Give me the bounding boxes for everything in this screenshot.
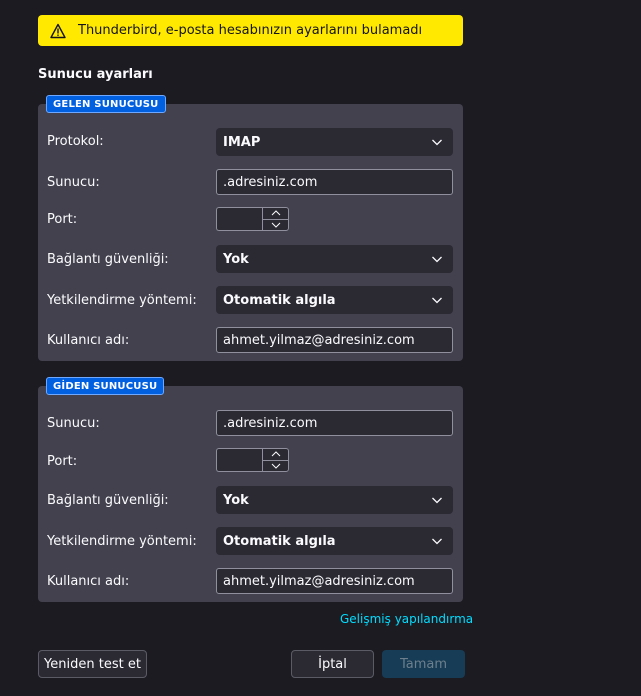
incoming-auth-select[interactable]: Otomatik algıla [216,286,453,314]
incoming-port-stepper[interactable] [216,207,289,231]
chevron-down-icon [271,463,280,469]
port-increment-button[interactable] [263,449,288,461]
account-setup-page: Thunderbird, e-posta hesabınızın ayarlar… [0,0,641,696]
incoming-port-spinner [262,207,289,231]
cancel-button[interactable]: İptal [291,650,374,678]
incoming-server-input[interactable]: .adresiniz.com [216,169,453,195]
incoming-security-label: Bağlantı güvenliği: [47,252,169,267]
incoming-protocol-select[interactable]: IMAP [216,128,453,156]
incoming-auth-value: Otomatik algıla [223,292,336,308]
incoming-protocol-label: Protokol: [47,134,104,149]
outgoing-security-value: Yok [223,492,249,508]
chevron-down-icon [432,256,442,263]
outgoing-port-label: Port: [47,454,78,469]
chevron-up-icon [271,210,280,216]
retest-button[interactable]: Yeniden test et [38,650,147,678]
outgoing-server-input[interactable]: .adresiniz.com [216,410,453,436]
outgoing-username-label: Kullanıcı adı: [47,574,130,589]
outgoing-auth-label: Yetkilendirme yöntemi: [47,534,197,549]
outgoing-port-stepper[interactable] [216,448,289,472]
incoming-username-value: ahmet.yilmaz@adresiniz.com [223,332,415,348]
incoming-protocol-value: IMAP [223,134,261,150]
outgoing-auth-select[interactable]: Otomatik algıla [216,527,453,555]
chevron-down-icon [432,497,442,504]
incoming-port-label: Port: [47,212,78,227]
outgoing-username-value: ahmet.yilmaz@adresiniz.com [223,573,415,589]
outgoing-server-value: .adresiniz.com [223,415,318,431]
warning-banner: Thunderbird, e-posta hesabınızın ayarlar… [38,15,463,46]
incoming-auth-label: Yetkilendirme yöntemi: [47,293,197,308]
chevron-down-icon [432,139,442,146]
advanced-config-link[interactable]: Gelişmiş yapılandırma [340,612,473,626]
warning-icon [50,23,66,38]
done-button[interactable]: Tamam [382,650,465,678]
outgoing-server-badge: GİDEN SUNUCUSU [46,377,165,395]
incoming-server-label: Sunucu: [47,175,100,190]
incoming-port-input[interactable] [216,207,262,231]
server-settings-title: Sunucu ayarları [38,67,153,82]
outgoing-port-spinner [262,448,289,472]
outgoing-username-input[interactable]: ahmet.yilmaz@adresiniz.com [216,568,453,594]
incoming-username-label: Kullanıcı adı: [47,333,130,348]
incoming-security-select[interactable]: Yok [216,245,453,273]
warning-text: Thunderbird, e-posta hesabınızın ayarlar… [78,23,423,38]
port-decrement-button[interactable] [263,461,288,472]
port-decrement-button[interactable] [263,220,288,231]
outgoing-security-label: Bağlantı güvenliği: [47,493,169,508]
incoming-server-value: .adresiniz.com [223,174,318,190]
port-increment-button[interactable] [263,208,288,220]
outgoing-auth-value: Otomatik algıla [223,533,336,549]
outgoing-server-label: Sunucu: [47,416,100,431]
outgoing-port-input[interactable] [216,448,262,472]
incoming-username-input[interactable]: ahmet.yilmaz@adresiniz.com [216,327,453,353]
chevron-up-icon [271,451,280,457]
chevron-down-icon [432,538,442,545]
incoming-security-value: Yok [223,251,249,267]
incoming-server-badge: GELEN SUNUCUSU [46,95,166,113]
chevron-down-icon [432,297,442,304]
chevron-down-icon [271,222,280,228]
outgoing-security-select[interactable]: Yok [216,486,453,514]
